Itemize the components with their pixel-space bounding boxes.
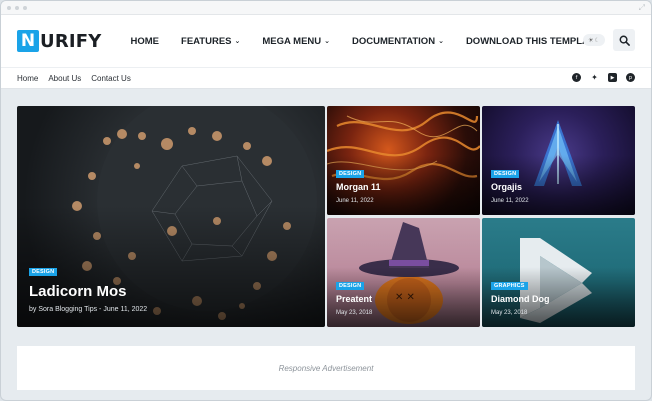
category-badge[interactable]: GRAPHICS <box>491 282 528 290</box>
nav-features[interactable]: FEATURES ⌄ <box>170 36 251 47</box>
nav-mega-menu[interactable]: MEGA MENU ⌄ <box>251 36 341 47</box>
window-chrome: ⤢ <box>1 1 651 15</box>
browser-window: ⤢ N URIFY HOME FEATURES ⌄ MEGA MENU ⌄ DOCU… <box>0 0 652 401</box>
site-header: N URIFY HOME FEATURES ⌄ MEGA MENU ⌄ DOCUME… <box>1 15 651 67</box>
window-dot[interactable] <box>15 5 19 10</box>
nav-label: MEGA MENU <box>262 35 322 47</box>
category-badge[interactable]: DESIGN <box>336 170 365 178</box>
nav-home[interactable]: HOME <box>120 36 171 47</box>
youtube-icon[interactable]: ▶ <box>608 73 617 82</box>
twitter-icon[interactable]: ✦ <box>590 73 599 82</box>
window-dot[interactable] <box>23 5 27 10</box>
post-meta: by Sora Blogging Tips - June 11, 2022 <box>29 306 148 313</box>
subnav-about-link[interactable]: About Us <box>48 74 81 83</box>
expand-icon[interactable]: ⤢ <box>639 3 645 13</box>
chevron-down-icon: ⌄ <box>234 37 241 45</box>
advertisement-label: Responsive Advertisement <box>278 363 374 373</box>
logo-text: URIFY <box>40 30 102 52</box>
featured-post-card[interactable]: DESIGN Morgan 11 June 11, 2022 <box>327 106 480 215</box>
category-badge[interactable]: DESIGN <box>29 268 58 276</box>
post-title[interactable]: Orgajis <box>491 182 522 192</box>
chevron-down-icon: ⌄ <box>324 37 331 45</box>
nav-label: DOWNLOAD THIS TEMPLATE <box>465 35 601 47</box>
search-button[interactable] <box>613 29 635 51</box>
facebook-icon[interactable]: f <box>572 73 581 82</box>
search-icon <box>619 35 630 46</box>
nav-label: FEATURES <box>181 35 232 47</box>
featured-post-big[interactable]: DESIGN Ladicorn Mos by Sora Blogging Tip… <box>17 106 325 327</box>
post-date: June 11, 2022 <box>491 198 529 204</box>
sun-icon: ☀ <box>588 36 594 44</box>
featured-grid: DESIGN Ladicorn Mos by Sora Blogging Tip… <box>17 106 635 327</box>
featured-post-card[interactable]: DESIGN Orgajis June 11, 2022 <box>482 106 635 215</box>
window-dot[interactable] <box>7 5 11 10</box>
post-title[interactable]: Diamond Dog <box>491 294 550 304</box>
site-logo[interactable]: N URIFY <box>17 30 102 52</box>
featured-post-card[interactable]: ✕ ✕ DESIGN Preatent May 23, 2018 <box>327 218 480 327</box>
subnav-home-link[interactable]: Home <box>17 74 38 83</box>
moon-icon: ☾ <box>594 36 600 44</box>
nav-label: HOME <box>130 35 160 47</box>
social-links: f ✦ ▶ p <box>572 73 635 82</box>
main-nav: HOME FEATURES ⌄ MEGA MENU ⌄ DOCUMENTATION ⌄… <box>120 36 612 47</box>
nav-documentation[interactable]: DOCUMENTATION ⌄ <box>341 36 455 47</box>
chevron-down-icon: ⌄ <box>438 37 444 45</box>
secondary-nav: Home About Us Contact Us f ✦ ▶ p <box>1 67 651 89</box>
post-title[interactable]: Preatent <box>336 294 372 304</box>
category-badge[interactable]: DESIGN <box>491 170 520 178</box>
header-actions: ☀ ☾ <box>583 29 635 51</box>
nav-label: DOCUMENTATION <box>352 35 436 47</box>
post-title[interactable]: Ladicorn Mos <box>29 283 127 300</box>
featured-post-card[interactable]: GRAPHICS Diamond Dog May 23, 2018 <box>482 218 635 327</box>
post-date: May 23, 2018 <box>336 310 373 316</box>
post-date: June 11, 2022 <box>336 198 374 204</box>
post-title[interactable]: Morgan 11 <box>336 182 381 192</box>
category-badge[interactable]: DESIGN <box>336 282 365 290</box>
logo-mark: N <box>17 30 39 52</box>
dark-mode-toggle[interactable]: ☀ ☾ <box>583 34 605 46</box>
post-date: May 23, 2018 <box>491 310 528 316</box>
subnav-contact-link[interactable]: Contact Us <box>91 74 131 83</box>
pinterest-icon[interactable]: p <box>626 73 635 82</box>
advertisement-box[interactable]: Responsive Advertisement <box>17 346 635 390</box>
